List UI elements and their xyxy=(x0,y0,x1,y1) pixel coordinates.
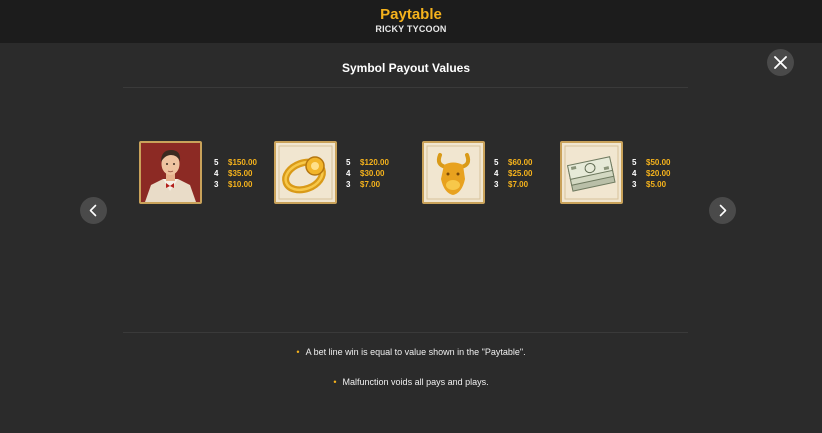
payout-list-money-stack: 5 $50.00 4 $20.00 3 $5.00 xyxy=(632,157,670,190)
top-divider xyxy=(123,87,688,88)
payout-row: 5 $150.00 xyxy=(214,158,257,167)
payout-row: 4 $35.00 xyxy=(214,169,253,178)
bottom-divider xyxy=(123,332,688,333)
tycoon-man-icon xyxy=(141,143,200,202)
next-page-button[interactable] xyxy=(709,197,736,224)
money-stack-icon xyxy=(562,143,621,202)
symbol-tycoon-man xyxy=(139,141,202,204)
payout-row: 5 $60.00 xyxy=(494,158,533,167)
rule-note: • A bet line win is equal to value shown … xyxy=(296,347,526,357)
payout-row: 3 $5.00 xyxy=(632,180,667,189)
payout-row: 4 $25.00 xyxy=(494,169,533,178)
section-title: Symbol Payout Values xyxy=(341,61,471,75)
previous-page-button[interactable] xyxy=(80,197,107,224)
symbol-money-stack xyxy=(560,141,623,204)
payout-row: 3 $7.00 xyxy=(346,180,381,189)
payout-row: 4 $30.00 xyxy=(346,169,385,178)
paytable-header: Paytable RICKY TYCOON xyxy=(0,0,822,43)
payout-row: 5 $50.00 xyxy=(632,158,671,167)
payout-row: 4 $20.00 xyxy=(632,169,671,178)
payout-list-tycoon-man: 5 $150.00 4 $35.00 3 $10.00 xyxy=(214,157,257,190)
payout-row: 3 $10.00 xyxy=(214,180,253,189)
payout-list-gold-ring: 5 $120.00 4 $30.00 3 $7.00 xyxy=(346,157,389,190)
chevron-left-icon xyxy=(89,204,97,217)
payout-row: 5 $120.00 xyxy=(346,158,389,167)
golden-bull-icon xyxy=(424,143,483,202)
payout-row: 3 $7.00 xyxy=(494,180,529,189)
symbol-gold-ring xyxy=(274,141,337,204)
game-name: RICKY TYCOON xyxy=(375,24,447,34)
symbol-golden-bull xyxy=(422,141,485,204)
bullet-icon: • xyxy=(296,347,300,357)
rule-note: • Malfunction voids all pays and plays. xyxy=(333,377,489,387)
chevron-right-icon xyxy=(719,204,727,217)
page-title: Paytable xyxy=(380,6,442,23)
bullet-icon: • xyxy=(333,377,337,387)
gold-ring-icon xyxy=(276,143,335,202)
payout-list-golden-bull: 5 $60.00 4 $25.00 3 $7.00 xyxy=(494,157,532,190)
